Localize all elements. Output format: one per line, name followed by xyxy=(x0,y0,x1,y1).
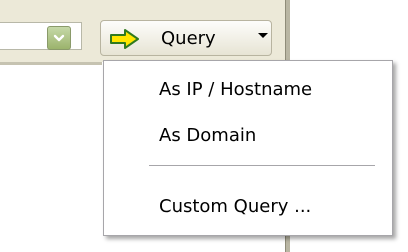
right-arrow-icon xyxy=(110,29,139,49)
query-button-label: Query xyxy=(161,28,216,49)
menu-item-custom-query[interactable]: Custom Query ... xyxy=(159,195,311,219)
query-dropdown-menu: As IP / Hostname As Domain Custom Query … xyxy=(103,60,393,236)
combobox-dropdown-button[interactable] xyxy=(47,26,71,50)
app-window: Query As IP / Hostname As Domain Custom … xyxy=(0,0,408,252)
menu-item-as-domain[interactable]: As Domain xyxy=(159,124,256,148)
chevron-down-icon xyxy=(53,34,65,42)
menu-separator xyxy=(149,165,375,167)
caret-down-icon[interactable] xyxy=(258,33,268,38)
query-split-button[interactable]: Query xyxy=(100,20,272,56)
menu-item-as-ip-hostname[interactable]: As IP / Hostname xyxy=(159,78,312,102)
toolbar-divider xyxy=(0,62,102,65)
